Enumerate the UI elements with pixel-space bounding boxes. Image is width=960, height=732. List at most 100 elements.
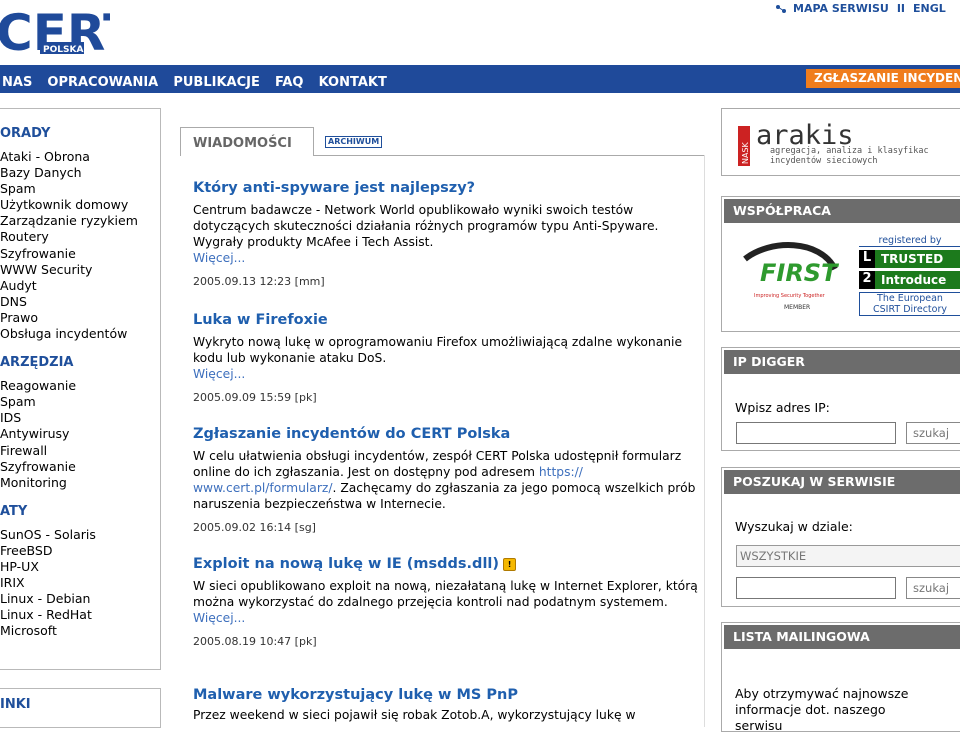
left-sidebar: ORADY Ataki - Obrona Bazy Danych Spam Uż…: [0, 108, 161, 670]
section-title: ORADY: [0, 126, 51, 141]
sidebar-item[interactable]: DNS: [0, 294, 160, 310]
sidebar-item[interactable]: Linux - Debian: [0, 591, 160, 607]
article-title[interactable]: Luka w Firefoxie: [193, 312, 698, 328]
ip-search-button[interactable]: szukaj: [906, 422, 960, 444]
ti-europe: The European: [877, 293, 943, 304]
sidebar-item[interactable]: Routery: [0, 229, 160, 245]
report-incident-button[interactable]: ZGŁASZANIE INCYDENT: [806, 69, 960, 88]
sidebar-item[interactable]: Firewall: [0, 443, 160, 459]
nav-item-publikacje[interactable]: PUBLIKACJE: [173, 75, 260, 90]
sidebar-item[interactable]: Szyfrowanie: [0, 246, 160, 262]
left-sidebar-links: INKI: [0, 688, 161, 728]
section-title: ARZĘDZIA: [0, 355, 74, 371]
sidebar-item[interactable]: Antywirusy: [0, 426, 160, 442]
site-search-button[interactable]: szukaj: [906, 577, 960, 599]
sidebar-item[interactable]: Spam: [0, 394, 160, 410]
first-label: FIRST: [760, 259, 839, 287]
article-body: Przez weekend w sieci pojawił się robak …: [193, 708, 636, 722]
news-panel: WIADOMOŚCI ARCHIWUM Który anti-spyware j…: [180, 127, 705, 727]
article-date: 2005.08.19 10:47 [pk]: [193, 635, 317, 648]
sidebar-item[interactable]: Obsługa incydentów: [0, 326, 160, 342]
box-title: POSZUKAJ W SERWISIE: [724, 470, 960, 494]
article-title[interactable]: Zgłaszanie incydentów do CERT Polska: [193, 426, 698, 442]
article-body: Centrum badawcze - Network World opublik…: [193, 203, 659, 249]
ti-introducer: Introduce: [875, 271, 960, 289]
more-link[interactable]: Więcej...: [193, 610, 698, 626]
sidebar-item[interactable]: FreeBSD: [0, 543, 160, 559]
news-article: Zgłaszanie incydentów do CERT Polska W c…: [193, 426, 698, 534]
first-member: MEMBER: [784, 304, 810, 311]
sidebar-item[interactable]: Prawo: [0, 310, 160, 326]
article-date: 2005.09.13 12:23 [mm]: [193, 275, 325, 288]
sidebar-item[interactable]: IRIX: [0, 575, 160, 591]
site-search-input[interactable]: [736, 577, 896, 599]
language-link[interactable]: ENGL: [913, 2, 946, 15]
tab-news-label: WIADOMOŚCI: [193, 136, 292, 151]
article-body: W sieci opublikowano exploit na nową, ni…: [193, 579, 698, 609]
mailing-list-box: LISTA MAILINGOWA Aby otrzymywać najnowsz…: [721, 622, 960, 732]
more-link[interactable]: Więcej...: [193, 250, 698, 266]
first-tagline: Improving Security Together: [754, 293, 826, 299]
sidebar-section-narzedzia: ARZĘDZIA Reagowanie Spam IDS Antywirusy …: [0, 355, 160, 491]
article-body-text: W celu ułatwienia obsługi incydentów, ze…: [193, 449, 682, 479]
ip-input[interactable]: [736, 422, 896, 444]
sidebar-item[interactable]: HP-UX: [0, 559, 160, 575]
archive-link[interactable]: ARCHIWUM: [325, 136, 383, 148]
ti-trusted: TRUSTED: [875, 250, 960, 268]
sidebar-item[interactable]: Audyt: [0, 278, 160, 294]
nav-item-nas[interactable]: NAS: [2, 75, 32, 90]
cert-polska-logo[interactable]: CERT POLSKA: [0, 4, 137, 62]
sidebar-item[interactable]: Ataki - Obrona: [0, 149, 160, 165]
logo-sub: POLSKA: [43, 45, 83, 55]
separator: II: [896, 2, 906, 15]
nav-item-faq[interactable]: FAQ: [275, 75, 304, 90]
sitemap-icon: [775, 4, 787, 14]
mailing-text: Aby otrzymywać najnowsze informacje dot.…: [735, 686, 909, 732]
sidebar-item[interactable]: Spam: [0, 181, 160, 197]
ti-directory: CSIRT Directory: [873, 304, 947, 315]
news-article: Który anti-spyware jest najlepszy? Centr…: [193, 180, 698, 288]
sitemap-link[interactable]: MAPA SERWISU: [793, 2, 889, 15]
sidebar-item[interactable]: Monitoring: [0, 475, 160, 491]
more-link[interactable]: Więcej...: [193, 366, 698, 382]
article-title[interactable]: Exploit na nową lukę w IE (msdds.dll)!: [193, 556, 698, 572]
news-article: Exploit na nową lukę w IE (msdds.dll)! W…: [193, 556, 698, 648]
section-title: ATY: [0, 503, 28, 519]
nav-item-kontakt[interactable]: KONTAKT: [319, 75, 387, 90]
sidebar-item[interactable]: Linux - RedHat: [0, 607, 160, 623]
divider: [704, 155, 705, 727]
section-title: INKI: [0, 697, 31, 712]
sidebar-item[interactable]: Użytkownik domowy: [0, 197, 160, 213]
article-title[interactable]: Który anti-spyware jest najlepszy?: [193, 180, 698, 196]
warning-icon: !: [503, 557, 517, 571]
cooperation-box: WSPÓŁPRACA FIRST Improving Security Toge…: [721, 196, 960, 332]
ip-label: Wpisz adres IP:: [735, 400, 830, 415]
article-date: 2005.09.09 15:59 [pk]: [193, 391, 317, 404]
sidebar-item[interactable]: IDS: [0, 410, 160, 426]
article-body: W celu ułatwienia obsługi incydentów, ze…: [193, 448, 698, 512]
sidebar-section-laty: ATY SunOS - Solaris FreeBSD HP-UX IRIX L…: [0, 504, 160, 640]
sidebar-item[interactable]: SunOS - Solaris: [0, 527, 160, 543]
section-select[interactable]: WSZYSTKIE: [736, 545, 960, 567]
sidebar-item[interactable]: Zarządzanie ryzykiem: [0, 213, 160, 229]
ip-digger-box: IP DIGGER Wpisz adres IP: szukaj: [721, 347, 960, 451]
sidebar-item[interactable]: Szyfrowanie: [0, 459, 160, 475]
box-title: WSPÓŁPRACA: [724, 199, 960, 223]
sidebar-section-porady: ORADY Ataki - Obrona Bazy Danych Spam Uż…: [0, 126, 160, 342]
article-date: 2005.09.02 16:14 [sg]: [193, 521, 316, 534]
site-search-box: POSZUKAJ W SERWISIE Wyszukaj w dziale: W…: [721, 467, 960, 607]
nav-item-opracowania[interactable]: OPRACOWANIA: [47, 75, 158, 90]
arakis-banner[interactable]: NASK arakis agregacja, analiza i klasyfi…: [721, 108, 960, 176]
sidebar-item[interactable]: Reagowanie: [0, 378, 160, 394]
first-logo[interactable]: FIRST Improving Security Together MEMBER: [740, 239, 840, 319]
box-title: IP DIGGER: [724, 350, 960, 374]
sidebar-item[interactable]: WWW Security: [0, 262, 160, 278]
ti-registered: registered by: [859, 235, 960, 247]
sidebar-item[interactable]: Microsoft: [0, 623, 160, 639]
tab-news[interactable]: WIADOMOŚCI: [180, 127, 314, 156]
news-article: Malware wykorzystujący lukę w MS PnP Prz…: [193, 687, 698, 723]
top-links: MAPA SERWISU II ENGL: [775, 2, 946, 15]
trusted-introducer-logo[interactable]: registered by L TRUSTED 2 Introduce The …: [859, 235, 960, 321]
article-title[interactable]: Malware wykorzystujący lukę w MS PnP: [193, 687, 698, 703]
sidebar-item[interactable]: Bazy Danych: [0, 165, 160, 181]
